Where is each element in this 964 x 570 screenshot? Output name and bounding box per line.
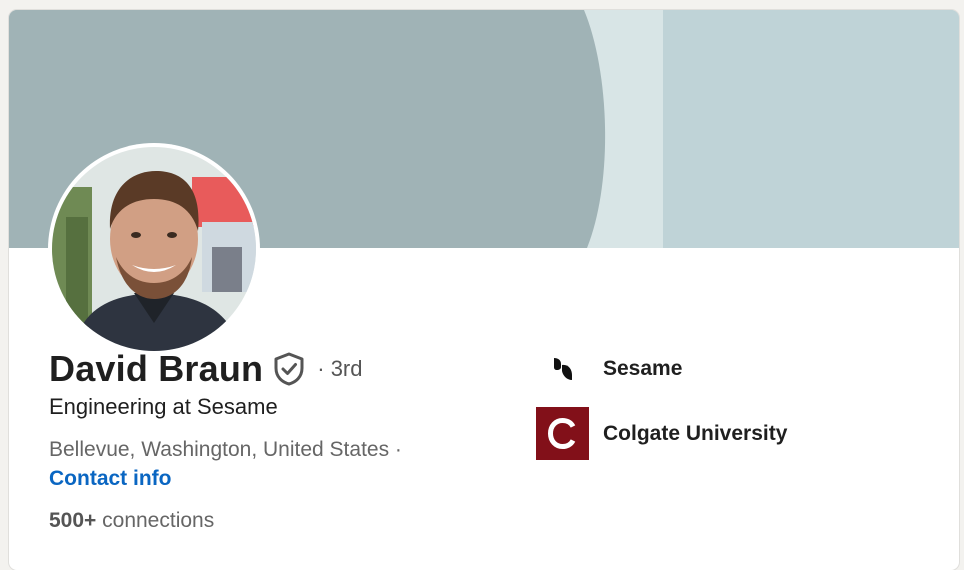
profile-card: David Braun · 3rd Engineering at Sesame … xyxy=(9,10,959,570)
sesame-logo-icon xyxy=(536,342,589,395)
verified-shield-icon[interactable] xyxy=(273,352,305,386)
profile-location: Bellevue, Washington, United States · xyxy=(49,438,402,461)
current-company-sesame[interactable]: Sesame xyxy=(536,342,682,395)
profile-avatar[interactable] xyxy=(48,143,260,355)
name-row: David Braun · 3rd xyxy=(49,346,363,392)
profile-name: David Braun xyxy=(49,348,264,389)
contact-info-link[interactable]: Contact info xyxy=(49,467,171,491)
education-colgate-university[interactable]: Colgate University xyxy=(536,407,787,460)
org-name-colgate: Colgate University xyxy=(603,421,788,445)
connection-degree: · 3rd xyxy=(317,356,363,381)
connections-number: 500+ xyxy=(49,509,97,532)
profile-headline: Engineering at Sesame xyxy=(49,394,278,419)
colgate-logo-icon xyxy=(536,407,589,460)
org-name-sesame: Sesame xyxy=(603,356,683,380)
connections-count[interactable]: 500+ connections xyxy=(49,509,214,533)
connections-label: connections xyxy=(96,509,215,532)
